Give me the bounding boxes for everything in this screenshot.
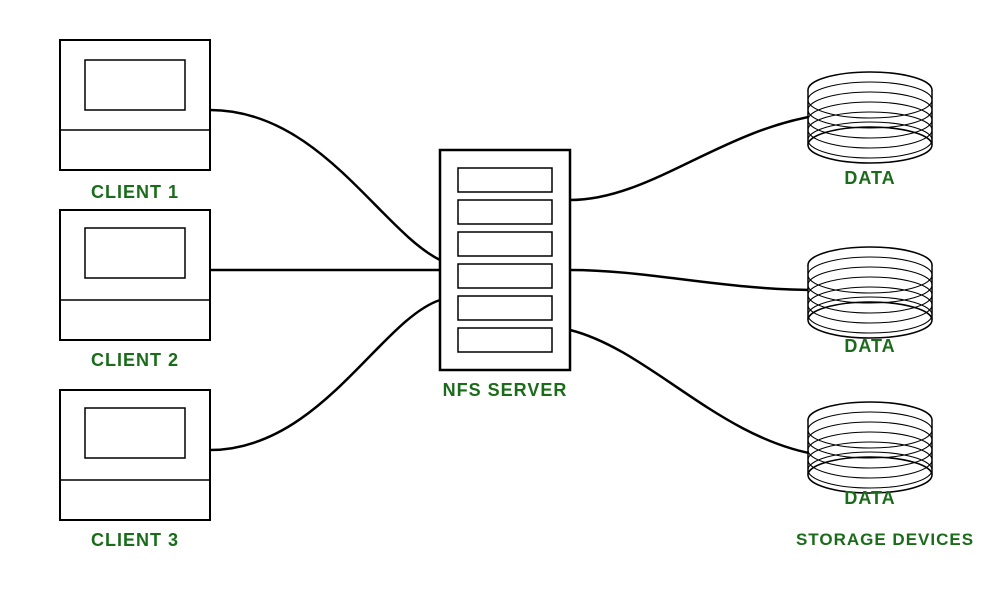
data1-label: DATA	[820, 168, 920, 189]
client3-label: CLIENT 3	[62, 530, 208, 551]
client2-label: CLIENT 2	[62, 350, 208, 371]
data2-label: DATA	[820, 336, 920, 357]
data3-label: DATA	[820, 488, 920, 509]
storage-devices-label: STORAGE DEVICES	[780, 530, 990, 550]
nfs-server-label: NFS SERVER	[430, 380, 580, 401]
client1-label: CLIENT 1	[62, 182, 208, 203]
